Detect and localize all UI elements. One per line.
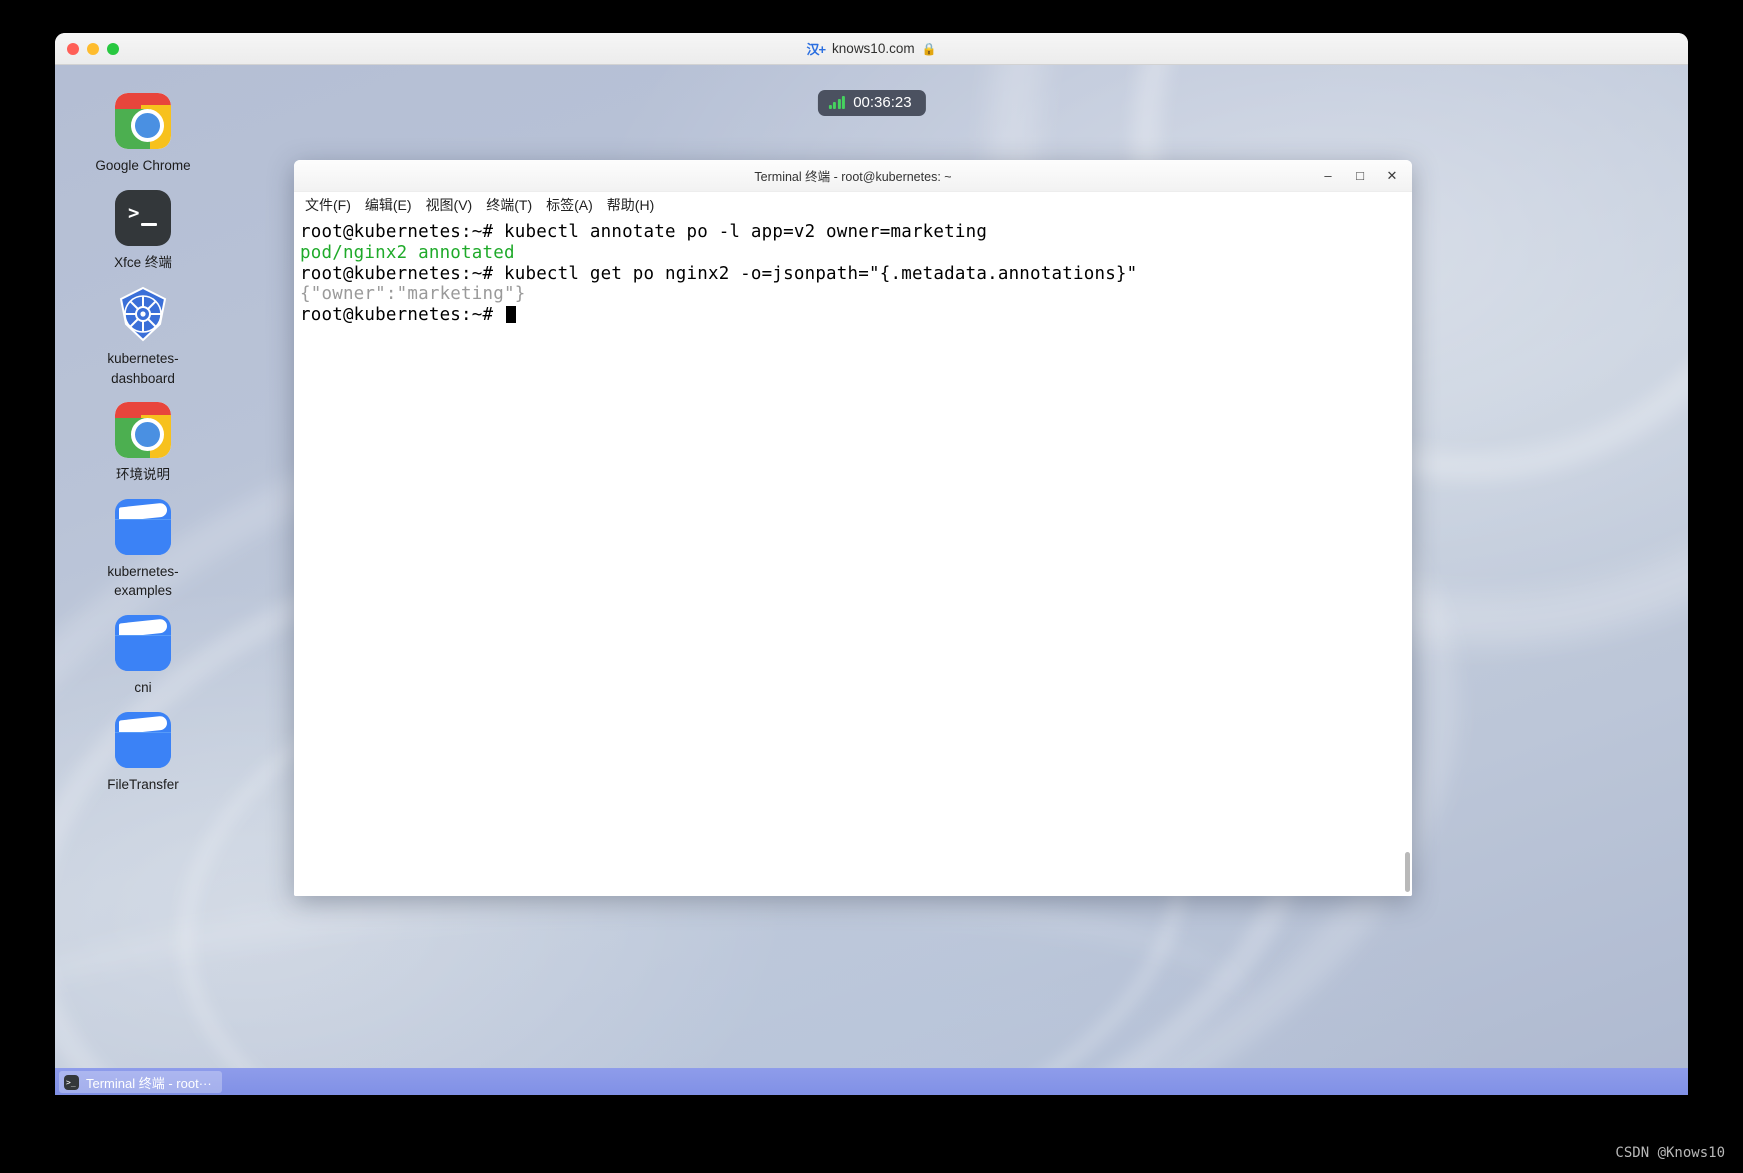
desktop-icon-label: Google Chrome xyxy=(95,158,191,173)
terminal-output[interactable]: root@kubernetes:~# kubectl annotate po -… xyxy=(294,218,1412,896)
terminal-icon: > xyxy=(115,189,171,246)
desktop-icon-label: kubernetes-dashboard xyxy=(107,351,179,386)
remote-desktop: 00:36:23 Google Chrome > Xfce 终端 kuberne… xyxy=(55,65,1688,1095)
terminal-cursor xyxy=(505,306,516,324)
desktop-icon-huanjing-shuoming[interactable]: 环境说明 xyxy=(79,402,207,485)
desktop-icon-kubernetes-examples[interactable]: kubernetes-examples xyxy=(79,498,207,601)
maximize-button[interactable]: □ xyxy=(1344,160,1376,191)
desktop-icon-xfce-terminal[interactable]: > Xfce 终端 xyxy=(79,189,207,273)
taskbar-item-label: Terminal 终端 - root··· xyxy=(86,1075,212,1091)
watermark: CSDN @Knows10 xyxy=(1615,1145,1725,1161)
terminal-prompt-line: root@kubernetes:~# xyxy=(300,305,1412,326)
chrome-icon xyxy=(115,93,171,149)
terminal-scrollbar[interactable] xyxy=(1405,852,1410,892)
desktop-icon-filetransfer[interactable]: FileTransfer xyxy=(79,711,207,795)
menu-help[interactable]: 帮助(H) xyxy=(601,193,660,217)
terminal-line: root@kubernetes:~# kubectl get po nginx2… xyxy=(300,263,1138,284)
browser-window: 汉+ knows10.com 🔒 00:36:23 Google Chrome … xyxy=(55,33,1688,1095)
close-button[interactable]: ✕ xyxy=(1376,160,1408,191)
lock-icon: 🔒 xyxy=(921,41,937,56)
terminal-prompt: root@kubernetes:~# xyxy=(300,305,504,326)
terminal-line: root@kubernetes:~# kubectl annotate po -… xyxy=(300,222,988,242)
terminal-line: pod/nginx2 annotated xyxy=(300,242,515,263)
site-title: knows10.com xyxy=(832,41,915,56)
desktop-icon-label: Xfce 终端 xyxy=(114,254,172,270)
ime-icon: 汉+ xyxy=(806,42,826,57)
desktop-icon-cni[interactable]: cni xyxy=(79,614,207,698)
kubernetes-icon xyxy=(115,286,171,342)
desktop-icon-column: Google Chrome > Xfce 终端 kubernetes-dashb… xyxy=(79,93,207,808)
menu-file[interactable]: 文件(F) xyxy=(299,193,357,217)
browser-title: 汉+ knows10.com 🔒 xyxy=(55,33,1688,64)
folder-icon xyxy=(115,498,171,555)
menu-terminal[interactable]: 终端(T) xyxy=(480,193,538,217)
desktop-icon-label: kubernetes-examples xyxy=(107,563,179,599)
terminal-title: Terminal 终端 - root@kubernetes: ~ xyxy=(754,170,952,184)
terminal-window-controls: – □ ✕ xyxy=(1312,160,1408,191)
taskbar-item-terminal[interactable]: Terminal 终端 - root··· xyxy=(59,1071,222,1093)
menu-edit[interactable]: 编辑(E) xyxy=(359,193,418,217)
desktop-icon-label: cni xyxy=(134,679,152,695)
minimize-button[interactable]: – xyxy=(1312,160,1344,191)
folder-icon xyxy=(115,711,171,768)
session-timer: 00:36:23 xyxy=(817,90,926,116)
timer-value: 00:36:23 xyxy=(853,94,912,111)
taskbar: Terminal 终端 - root··· xyxy=(55,1068,1688,1095)
desktop-icon-label: FileTransfer xyxy=(107,776,179,792)
terminal-titlebar[interactable]: Terminal 终端 - root@kubernetes: ~ – □ ✕ xyxy=(294,160,1412,192)
folder-icon xyxy=(115,614,171,671)
desktop-icon-kubernetes-dashboard[interactable]: kubernetes-dashboard xyxy=(79,286,207,388)
desktop-icon-google-chrome[interactable]: Google Chrome xyxy=(79,93,207,176)
menu-view[interactable]: 视图(V) xyxy=(420,193,479,217)
terminal-line: {"owner":"marketing"} xyxy=(300,284,526,305)
signal-bars-icon xyxy=(828,96,846,109)
terminal-icon xyxy=(64,1074,79,1090)
terminal-menubar: 文件(F) 编辑(E) 视图(V) 终端(T) 标签(A) 帮助(H) xyxy=(294,192,1412,218)
menu-tabs[interactable]: 标签(A) xyxy=(540,193,599,217)
screen: 汉+ knows10.com 🔒 00:36:23 Google Chrome … xyxy=(0,0,1743,1173)
desktop-icon-label: 环境说明 xyxy=(116,467,170,483)
terminal-window: Terminal 终端 - root@kubernetes: ~ – □ ✕ 文… xyxy=(294,160,1412,896)
browser-titlebar: 汉+ knows10.com 🔒 xyxy=(55,33,1688,65)
chrome-icon xyxy=(115,402,171,459)
